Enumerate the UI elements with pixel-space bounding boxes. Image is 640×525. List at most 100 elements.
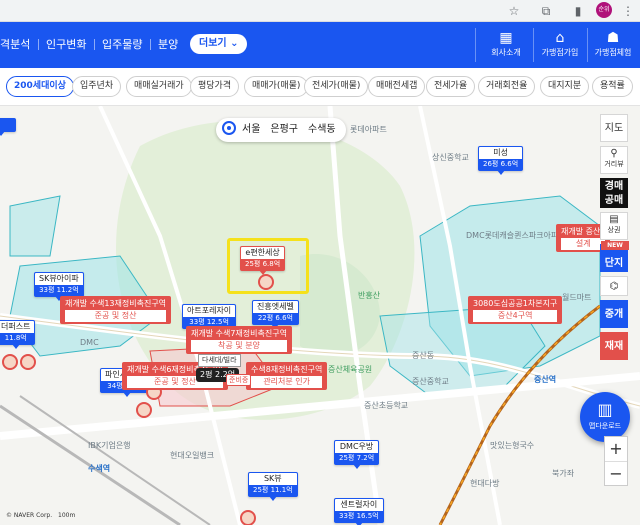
apartment-name: SK뷰	[263, 474, 282, 483]
redevelopment-status: 증산4구역	[473, 310, 558, 322]
complex-label: 단지	[604, 258, 624, 269]
redevelopment-zone-label[interactable]: 3080도심공공1차본지구 증산4구역	[468, 296, 563, 324]
brokerage-button[interactable]: 중개	[600, 300, 628, 328]
redevelopment-title: 재개발 증산5	[561, 227, 606, 236]
apartment-name: SK뷰아이파	[39, 274, 79, 283]
company-label: 회사소개	[491, 48, 521, 57]
extensions-icon[interactable]: ⧉	[538, 3, 554, 19]
auction-button[interactable]: 경매공매	[600, 178, 628, 208]
pending-tag: 준비중	[226, 374, 252, 386]
redevelopment-title: 3080도심공공1차본지구	[473, 299, 558, 308]
zoom-in-button[interactable]: +	[605, 437, 627, 461]
map-type-button[interactable]: 지도	[600, 114, 628, 142]
filter-chip-unit-price[interactable]: 평당가격	[190, 76, 240, 97]
filter-chip-land-share[interactable]: 대지지분	[540, 76, 590, 97]
place-label: 북가좌	[552, 469, 575, 478]
place-label: 증산중학교	[412, 377, 449, 386]
breadcrumb-city[interactable]: 서울	[242, 124, 260, 135]
apartment-price: 33평 16.5억	[335, 511, 383, 522]
place-label: 상신중학교	[432, 153, 469, 162]
agent-avatar[interactable]	[2, 354, 18, 370]
apartment-price: 26평 6.6억	[479, 159, 523, 170]
map-tools-panel: 지도 ⚲ 거리뷰 경매공매 ▤ 상권 NEW 단지 ⌬ 중개 재재	[600, 114, 629, 364]
store-join-button[interactable]: ⌂ 가맹점가입	[533, 26, 587, 64]
filter-chip-households[interactable]: 200세대이상	[6, 76, 74, 97]
team-icon: ☗	[606, 30, 620, 46]
apartment-marker-misung[interactable]: 미성 26평 6.6억	[478, 146, 524, 175]
redevelopment-title: 수색8재정비촉진구역	[251, 365, 323, 374]
agent-avatar[interactable]	[258, 274, 274, 290]
filter-chip-turnover[interactable]: 거래회전율	[478, 76, 536, 97]
store-trial-button[interactable]: ☗ 가맹점체험	[586, 26, 640, 64]
zoom-out-button[interactable]: −	[605, 461, 627, 485]
apartment-price: 11.8억	[0, 333, 35, 344]
building-icon: ▥	[597, 400, 613, 419]
apartment-price: 33평 11.2억	[35, 285, 83, 296]
zoom-control: + −	[604, 436, 628, 486]
more-button[interactable]: 더보기 ⌄	[190, 34, 248, 54]
apartment-marker-skview-ipark[interactable]: SK뷰아이파 33평 11.2억	[34, 272, 84, 301]
chevron-down-icon: ⌄	[230, 38, 239, 49]
menu-icon[interactable]: ⋮	[620, 3, 636, 19]
street-view-button[interactable]: ⚲ 거리뷰	[600, 146, 628, 174]
apartment-marker-jinheung[interactable]: 진흥엣세벨 22평 6.6억	[252, 300, 299, 329]
map-download-label: 맵다운로드	[588, 422, 622, 430]
filter-chip-jeonse-rate[interactable]: 전세가율	[426, 76, 476, 97]
breadcrumb-district[interactable]: 은평구	[270, 124, 298, 135]
apartment-marker-dmc-woobang[interactable]: DMC우방 25평 7.2억	[334, 440, 380, 469]
filter-chip-move-in-year[interactable]: 입주년차	[72, 76, 122, 97]
filter-chip-jeonse-listing[interactable]: 전세가(매물)	[304, 76, 369, 97]
apartment-marker-thefirst[interactable]: 더퍼스트 11.8억	[0, 320, 36, 349]
pharmacy-button[interactable]: ⌬	[600, 276, 628, 296]
place-label: 롯데아파트	[350, 125, 387, 134]
nav-item[interactable]: 분양	[158, 36, 178, 52]
location-breadcrumb[interactable]: 서울 은평구 수색동	[216, 118, 346, 142]
apartment-price: 25평 7.2억	[335, 453, 379, 464]
filter-chip-sale-price[interactable]: 매매실거래가	[126, 76, 192, 97]
place-label: 맛있는형국수	[490, 441, 535, 450]
agent-avatar[interactable]	[240, 510, 256, 525]
apartment-marker[interactable]	[0, 118, 16, 136]
complex-button[interactable]: NEW 단지	[600, 241, 629, 272]
place-label: 월드마트	[562, 293, 592, 302]
map-canvas[interactable]: 서울 은평구 수색동 롯데아파트 상신중학교 DMC롯데캐슬퀸스파크아파트 반홍산 …	[0, 106, 640, 525]
redevelopment-title: 재개발 수색7재정비촉진구역	[191, 329, 287, 338]
agent-avatar[interactable]	[20, 354, 36, 370]
divider	[38, 39, 39, 50]
place-label: DMC롯데캐슬퀸스파크아파트	[466, 231, 566, 240]
app-header: 격분석 인구변화 입주물량 분양 더보기 ⌄ ▦ 회사소개 ⌂ 가맹점가입 ☗ …	[0, 22, 640, 68]
filter-chip-sale-listing[interactable]: 매매가(매물)	[244, 76, 309, 97]
apartment-marker-central-xi[interactable]: 센트럴자이 33평 16.5억	[334, 498, 384, 525]
company-button[interactable]: ▦ 회사소개	[479, 26, 533, 64]
breadcrumb-dong[interactable]: 수색동	[308, 124, 336, 135]
apartment-price: 22평 6.6억	[253, 313, 298, 324]
map-attribution: © NAVER Corp.	[6, 512, 53, 519]
redevelopment-zone-label[interactable]: 수색8재정비촉진구역 관리처분 인가	[246, 362, 328, 390]
station-label: 증산역	[534, 375, 557, 384]
filter-bar: 200세대이상 입주년차 매매실거래가 평당가격 매매가(매물) 전세가(매물)…	[0, 68, 640, 106]
nav-item[interactable]: 입주물량	[102, 36, 142, 52]
nav-item[interactable]: 격분석	[0, 36, 30, 52]
street-view-label: 거리뷰	[604, 160, 624, 168]
divider	[94, 39, 95, 50]
filter-chip-far[interactable]: 용적률	[592, 76, 633, 97]
profile-avatar[interactable]: 순위	[596, 2, 612, 18]
redevelopment-zone-label[interactable]: 재개발 수색13재정비촉진구역 준공 및 정산	[60, 296, 172, 324]
redevelopment-zone-label[interactable]: 재개발 수색7재정비촉진구역 착공 및 분양	[186, 326, 292, 354]
redevelopment-button[interactable]: 재재	[600, 332, 628, 360]
map-download-button[interactable]: ▥ 맵다운로드	[580, 392, 630, 442]
commercial-label: 상권	[607, 226, 621, 234]
apartment-marker-epyeonhan[interactable]: e편한세상 25평 6.8억	[240, 246, 286, 275]
villa-label[interactable]: 다세대/빌라	[198, 354, 241, 367]
apartment-name: 센트럴자이	[340, 500, 378, 509]
agent-avatar[interactable]	[136, 402, 152, 418]
redevelopment-title: 재개발 수색13재정비촉진구역	[65, 299, 167, 308]
apartment-marker-skview[interactable]: SK뷰 25평 11.1억	[248, 472, 298, 501]
nav-item[interactable]: 인구변화	[46, 36, 86, 52]
star-icon[interactable]: ☆	[506, 3, 522, 19]
sidebar-icon[interactable]: ▮	[570, 3, 586, 19]
store-trial-label: 가맹점체험	[594, 48, 632, 57]
commercial-button[interactable]: ▤ 상권	[600, 212, 628, 240]
filter-chip-gap[interactable]: 매매전세갭	[368, 76, 426, 97]
station-label: 수색역	[88, 464, 111, 473]
